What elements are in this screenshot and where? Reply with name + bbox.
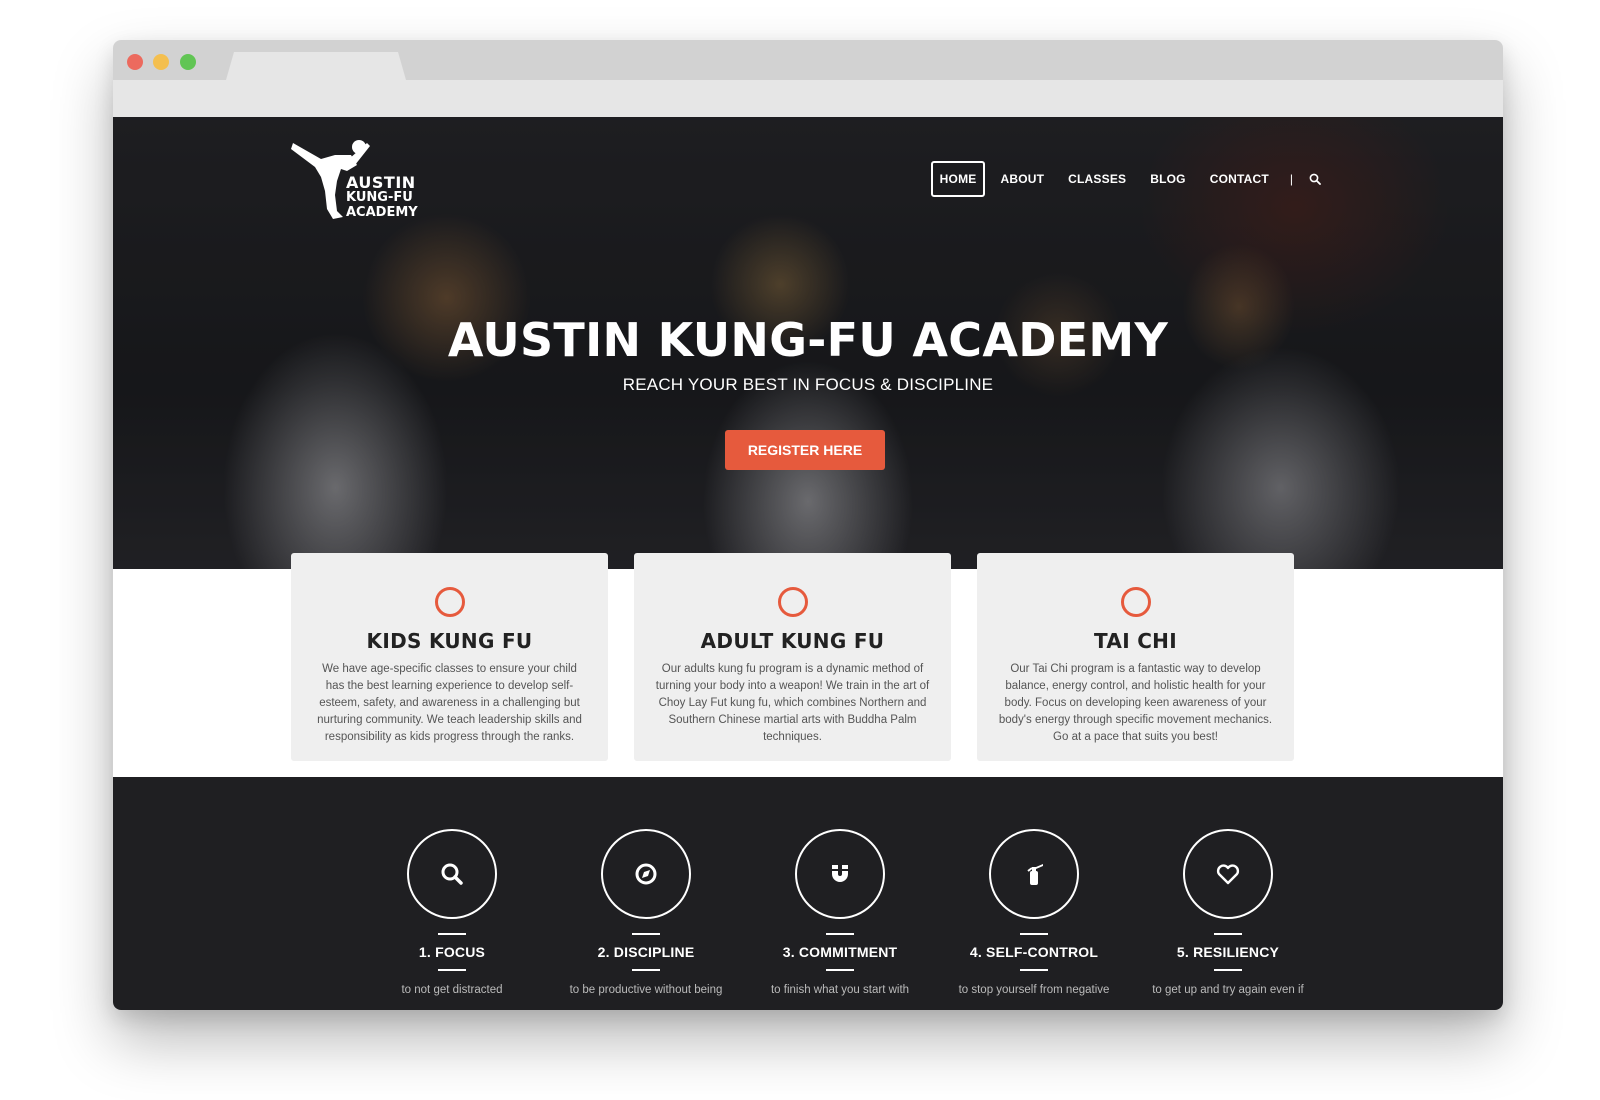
value-resiliency: 5. RESILIENCY to get up and try again ev… [1131, 829, 1325, 996]
value-title: 5. RESILIENCY [1176, 944, 1280, 960]
card-title: KIDS KUNG FU [366, 629, 533, 653]
card-text: Our adults kung fu program is a dynamic … [655, 663, 930, 743]
value-self-control: 4. SELF-CONTROL to stop yourself from ne… [937, 829, 1131, 996]
value-desc: to get up and try again even if [1152, 984, 1304, 996]
card-title: TAI CHI [1094, 629, 1177, 653]
compass-icon [635, 863, 657, 885]
value-focus: 1. FOCUS to not get distracted [355, 829, 549, 996]
nav-home[interactable]: HOME [930, 161, 986, 197]
nav-contact[interactable]: CONTACT [1201, 161, 1278, 197]
main-nav: HOME ABOUT CLASSES BLOG CONTACT | [930, 161, 1325, 197]
card-text: Our Tai Chi program is a fantastic way t… [998, 663, 1273, 743]
browser-titlebar [113, 40, 1503, 80]
value-discipline: 2. DISCIPLINE to be productive without b… [549, 829, 743, 996]
value-desc: to stop yourself from negative [958, 984, 1110, 996]
ring-icon [777, 587, 808, 617]
site-logo[interactable]: AUSTIN KUNG-FU ACADEMY [291, 135, 421, 225]
heart-icon [1216, 864, 1240, 885]
register-button[interactable]: REGISTER HERE [725, 430, 885, 470]
card-text: We have age-specific classes to ensure y… [317, 663, 582, 743]
values-section: 1. FOCUS to not get distracted 2. DISCIP… [113, 777, 1503, 1010]
value-title: 1. FOCUS [418, 944, 486, 960]
hero-title: AUSTIN KUNG-FU ACADEMY [447, 313, 1169, 367]
browser-toolbar [113, 80, 1503, 117]
value-desc: to be productive without being [569, 984, 723, 996]
value-desc: to not get distracted [401, 984, 503, 996]
search-icon[interactable] [1305, 169, 1325, 189]
ring-icon [434, 587, 465, 617]
magnet-icon [832, 865, 848, 882]
value-commitment: 3. COMMITMENT to finish what you start w… [743, 829, 937, 996]
value-title: 2. DISCIPLINE [597, 944, 695, 960]
card-kids-kung-fu[interactable]: KIDS KUNG FU We have age-specific classe… [291, 553, 608, 761]
browser-window: AUSTIN KUNG-FU ACADEMY HOME ABOUT CLASSE… [113, 40, 1503, 1010]
nav-classes[interactable]: CLASSES [1059, 161, 1135, 197]
minimize-window-button[interactable] [153, 54, 169, 70]
value-desc: to finish what you start with [770, 984, 910, 996]
program-cards: KIDS KUNG FU We have age-specific classe… [291, 553, 1294, 761]
hero-section: AUSTIN KUNG-FU ACADEMY HOME ABOUT CLASSE… [113, 117, 1503, 569]
maximize-window-button[interactable] [180, 54, 196, 70]
browser-tab[interactable] [226, 52, 406, 80]
search-icon [441, 863, 463, 885]
hero-subtitle: REACH YOUR BEST IN FOCUS & DISCIPLINE [622, 375, 994, 394]
logo-text-line3: ACADEMY [346, 205, 418, 220]
page-viewport: AUSTIN KUNG-FU ACADEMY HOME ABOUT CLASSE… [113, 117, 1503, 1010]
card-tai-chi[interactable]: TAI CHI Our Tai Chi program is a fantast… [977, 553, 1294, 761]
ring-icon [1120, 587, 1151, 617]
card-adult-kung-fu[interactable]: ADULT KUNG FU Our adults kung fu program… [634, 553, 951, 761]
extinguisher-icon [1027, 864, 1043, 885]
card-title: ADULT KUNG FU [700, 629, 885, 653]
close-window-button[interactable] [127, 54, 143, 70]
logo-text-line1: AUSTIN [346, 173, 416, 192]
nav-about[interactable]: ABOUT [991, 161, 1053, 197]
value-title: 3. COMMITMENT [782, 944, 898, 960]
nav-blog[interactable]: BLOG [1141, 161, 1194, 197]
logo-text-line2: KUNG-FU [346, 190, 413, 205]
value-title: 4. SELF-CONTROL [969, 944, 1099, 960]
nav-separator: | [1289, 172, 1293, 186]
